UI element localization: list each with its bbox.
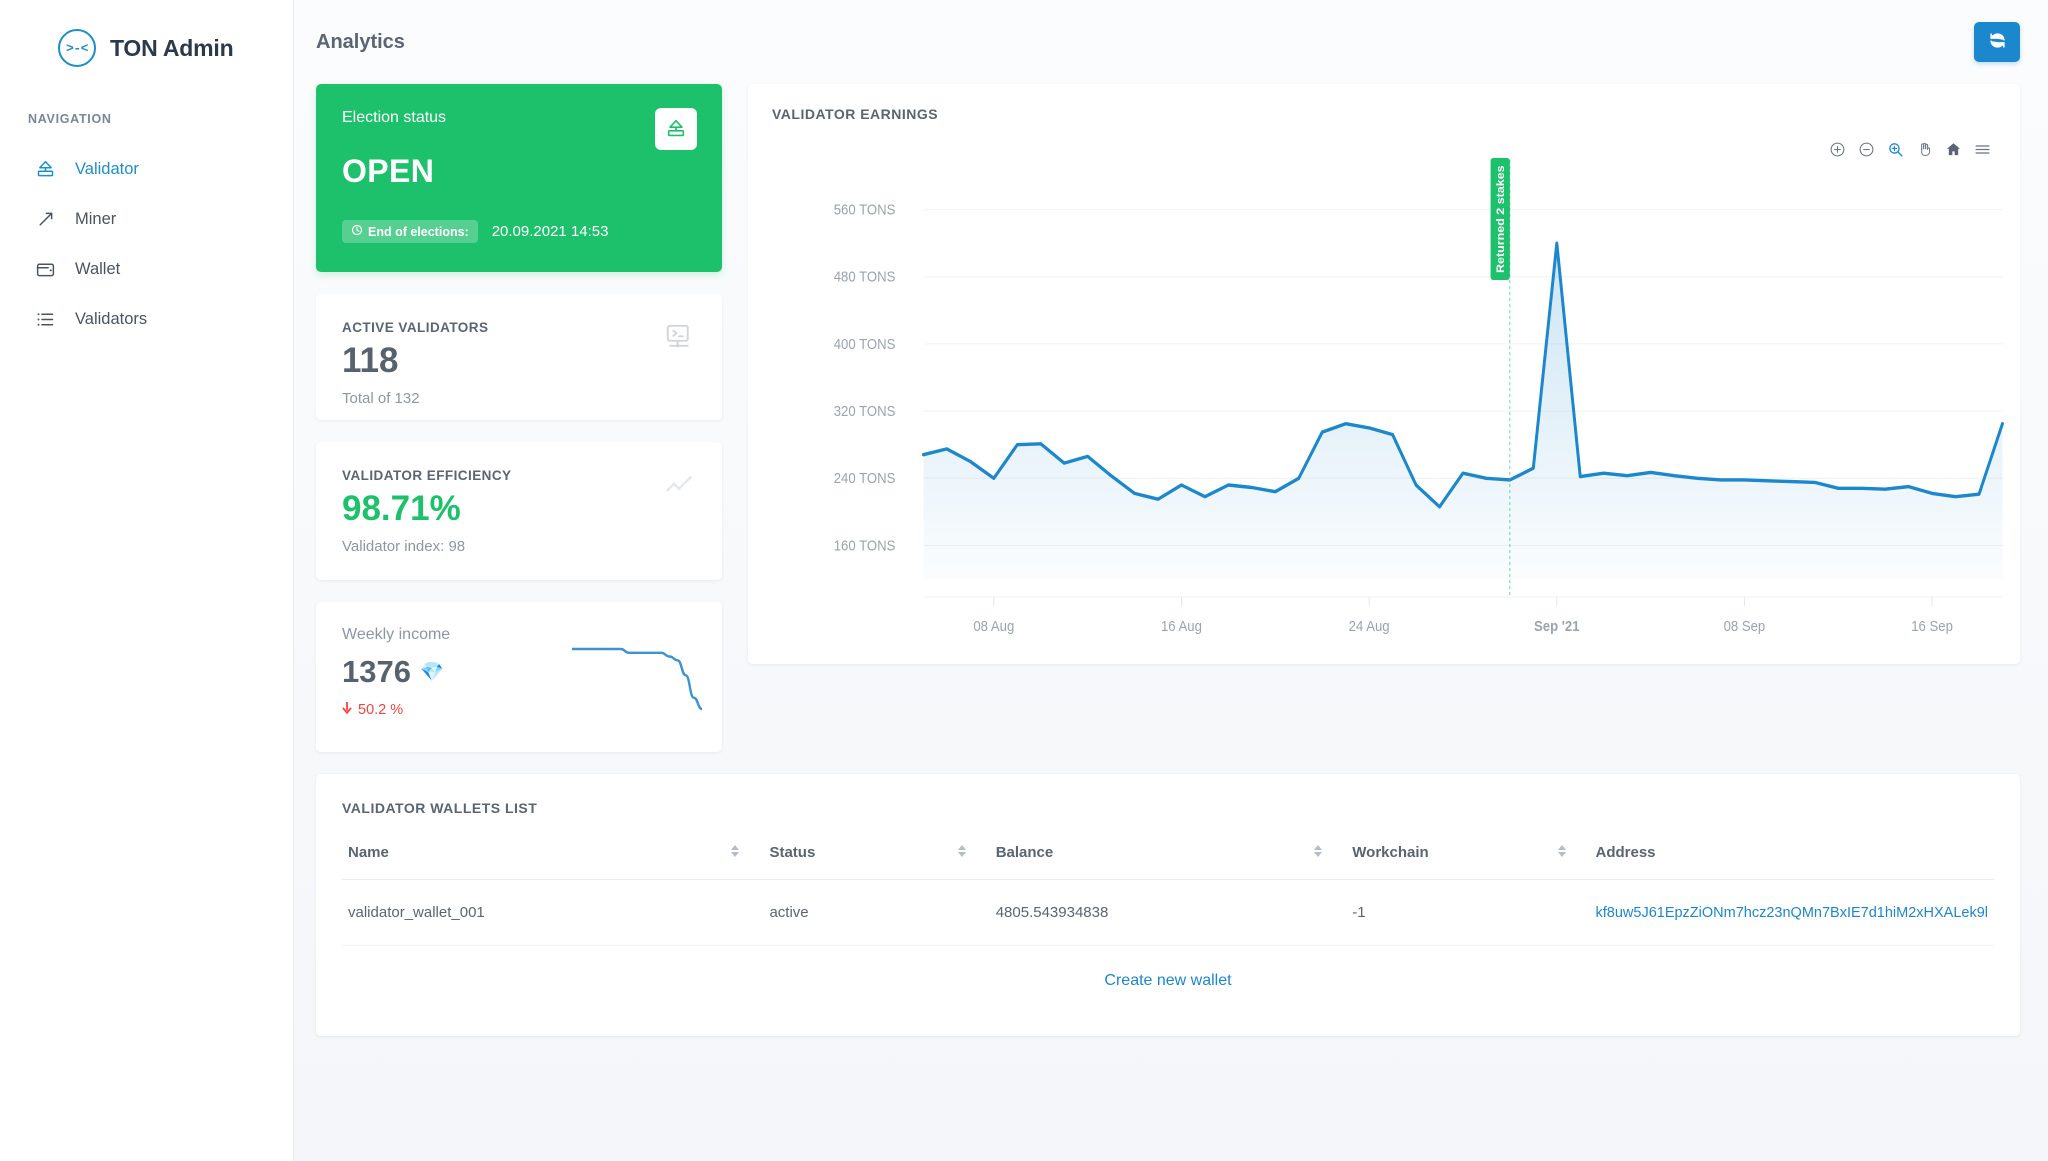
svg-text:Sep '21: Sep '21	[1534, 617, 1580, 634]
nav-heading: NAVIGATION	[28, 112, 112, 126]
weekly-income-value: 1376	[342, 654, 411, 689]
svg-text:16 Sep: 16 Sep	[1911, 617, 1953, 634]
sidebar-item-label: Miner	[75, 209, 117, 228]
validator-efficiency-card: VALIDATOR EFFICIENCY 98.71% Validator in…	[316, 442, 722, 580]
column-header-address[interactable]: Address	[1589, 822, 1994, 880]
ton-logo-icon: >-<	[58, 29, 96, 67]
svg-text:480 TONS: 480 TONS	[834, 268, 896, 285]
app-root: >-< TON Admin NAVIGATION Validator Miner…	[0, 0, 2048, 1161]
cell-balance: 4805.543934838	[989, 879, 1347, 946]
sort-toggle-balance[interactable]	[1314, 844, 1323, 857]
svg-text:160 TONS: 160 TONS	[834, 537, 896, 554]
create-new-wallet-link[interactable]: Create new wallet	[1104, 972, 1231, 989]
svg-text:08 Sep: 08 Sep	[1724, 617, 1766, 634]
svg-text:08 Aug: 08 Aug	[973, 617, 1014, 634]
svg-text:320 TONS: 320 TONS	[834, 402, 896, 419]
wallets-table-footer: Create new wallet	[342, 946, 1994, 990]
validator-efficiency-value: 98.71%	[342, 489, 461, 528]
cell-status: active	[763, 879, 990, 946]
validator-earnings-chart[interactable]: 160 TONS 240 TONS 320 TONS 400 TONS 480 TONS…	[748, 144, 2020, 664]
end-of-elections-date: 20.09.2021 14:53	[491, 223, 609, 240]
sidebar-item-wallet[interactable]: Wallet	[0, 244, 293, 294]
election-box-icon	[655, 108, 697, 150]
arrow-down-icon	[342, 701, 352, 718]
chart-svg: 160 TONS 240 TONS 320 TONS 400 TONS 480 TONS…	[834, 158, 2004, 634]
sidebar-item-validator[interactable]: Validator	[0, 144, 293, 194]
validator-wallets-panel: VALIDATOR WALLETS LIST Name Status Balan…	[316, 774, 2020, 1036]
sort-toggle-name[interactable]	[731, 844, 740, 857]
weekly-income-label: Weekly income	[342, 626, 451, 643]
column-header-name[interactable]: Name	[342, 822, 764, 880]
election-status-value: OPEN	[342, 153, 435, 189]
logo-glyph: >-<	[66, 40, 88, 56]
wallet-address-link[interactable]: kf8uw5J61EpzZiONm7hcz23nQMn7BxIE7d1hiM2x…	[1596, 905, 1989, 921]
weekly-income-card: Weekly income 1376 💎 50.2 %	[316, 602, 722, 752]
clock-icon	[351, 224, 363, 239]
wallets-table-title: VALIDATOR WALLETS LIST	[342, 800, 538, 816]
active-validators-card: ACTIVE VALIDATORS 118 Total of 132	[316, 294, 722, 420]
column-header-balance[interactable]: Balance	[989, 822, 1347, 880]
wallets-table-head: Name Status Balance Workchain Address	[342, 822, 1994, 880]
svg-text:400 TONS: 400 TONS	[834, 335, 896, 352]
column-label: Status	[769, 844, 816, 861]
sidebar-item-label: Validators	[75, 309, 148, 328]
validator-icon	[34, 158, 56, 180]
election-status-label: Election status	[342, 109, 447, 126]
validator-efficiency-sub: Validator index: 98	[342, 537, 466, 555]
topbar: Analytics	[294, 0, 2048, 84]
validator-earnings-panel: VALIDATOR EARNINGS 160 TONS 240 TONS 320…	[748, 84, 2020, 664]
election-status-card: Election status OPEN End of elections: 2…	[316, 84, 722, 272]
refresh-button[interactable]	[1974, 22, 2020, 62]
svg-text:16 Aug: 16 Aug	[1161, 617, 1202, 634]
wallet-icon	[34, 258, 56, 280]
end-of-elections-label: End of elections:	[368, 224, 469, 239]
refresh-icon	[1988, 31, 2007, 53]
weekly-income-sparkline	[572, 647, 702, 711]
weekly-income-delta-value: 50.2 %	[358, 702, 404, 718]
svg-text:560 TONS: 560 TONS	[834, 201, 896, 218]
wallets-table: Name Status Balance Workchain Address va…	[342, 822, 1994, 946]
sidebar-nav: Validator Miner Wallet Validators	[0, 144, 293, 344]
wallets-table-body: validator_wallet_001 active 4805.5439348…	[342, 879, 1994, 946]
sidebar-item-label: Wallet	[75, 259, 121, 278]
main-content: Analytics Election status OPEN End of el…	[294, 0, 2048, 1161]
svg-text:Returned 2 stakes: Returned 2 stakes	[1495, 165, 1507, 273]
sort-toggle-workchain[interactable]	[1557, 844, 1566, 857]
active-validators-value: 118	[342, 341, 399, 380]
end-of-elections-badge: End of elections:	[342, 220, 478, 243]
column-label: Workchain	[1352, 844, 1429, 861]
trend-line-icon	[664, 470, 694, 505]
page-title: Analytics	[316, 30, 405, 53]
sidebar-item-miner[interactable]: Miner	[0, 194, 293, 244]
svg-text:240 TONS: 240 TONS	[834, 469, 896, 486]
cell-workchain: -1	[1346, 879, 1590, 946]
column-header-workchain[interactable]: Workchain	[1346, 822, 1590, 880]
column-label: Name	[348, 844, 389, 861]
sidebar: >-< TON Admin NAVIGATION Validator Miner…	[0, 0, 294, 1161]
cell-address: kf8uw5J61EpzZiONm7hcz23nQMn7BxIE7d1hiM2x…	[1589, 879, 1994, 946]
column-header-status[interactable]: Status	[763, 822, 990, 880]
active-validators-label: ACTIVE VALIDATORS	[342, 320, 489, 335]
gem-icon: 💎	[419, 662, 444, 683]
chart-title: VALIDATOR EARNINGS	[772, 106, 939, 122]
brand[interactable]: >-< TON Admin	[0, 14, 293, 70]
stats-column: Election status OPEN End of elections: 2…	[316, 84, 722, 752]
dashboard-content: Election status OPEN End of elections: 2…	[294, 84, 2048, 752]
table-header-row: Name Status Balance Workchain Address	[342, 822, 1994, 880]
sidebar-item-label: Validator	[75, 159, 139, 178]
column-label: Address	[1595, 844, 1656, 861]
list-icon	[34, 308, 56, 330]
sidebar-item-validators[interactable]: Validators	[0, 294, 293, 344]
svg-text:24 Aug: 24 Aug	[1349, 617, 1390, 634]
column-label: Balance	[995, 844, 1054, 861]
sort-toggle-status[interactable]	[957, 844, 966, 857]
table-row[interactable]: validator_wallet_001 active 4805.5439348…	[342, 879, 1994, 946]
active-validators-sub: Total of 132	[342, 389, 420, 407]
brand-title: TON Admin	[110, 34, 234, 61]
cell-name: validator_wallet_001	[342, 879, 764, 946]
pickaxe-icon	[34, 208, 56, 230]
validator-efficiency-label: VALIDATOR EFFICIENCY	[342, 468, 512, 483]
election-footer: End of elections: 20.09.2021 14:53	[342, 220, 696, 243]
terminal-monitor-icon	[664, 322, 694, 357]
